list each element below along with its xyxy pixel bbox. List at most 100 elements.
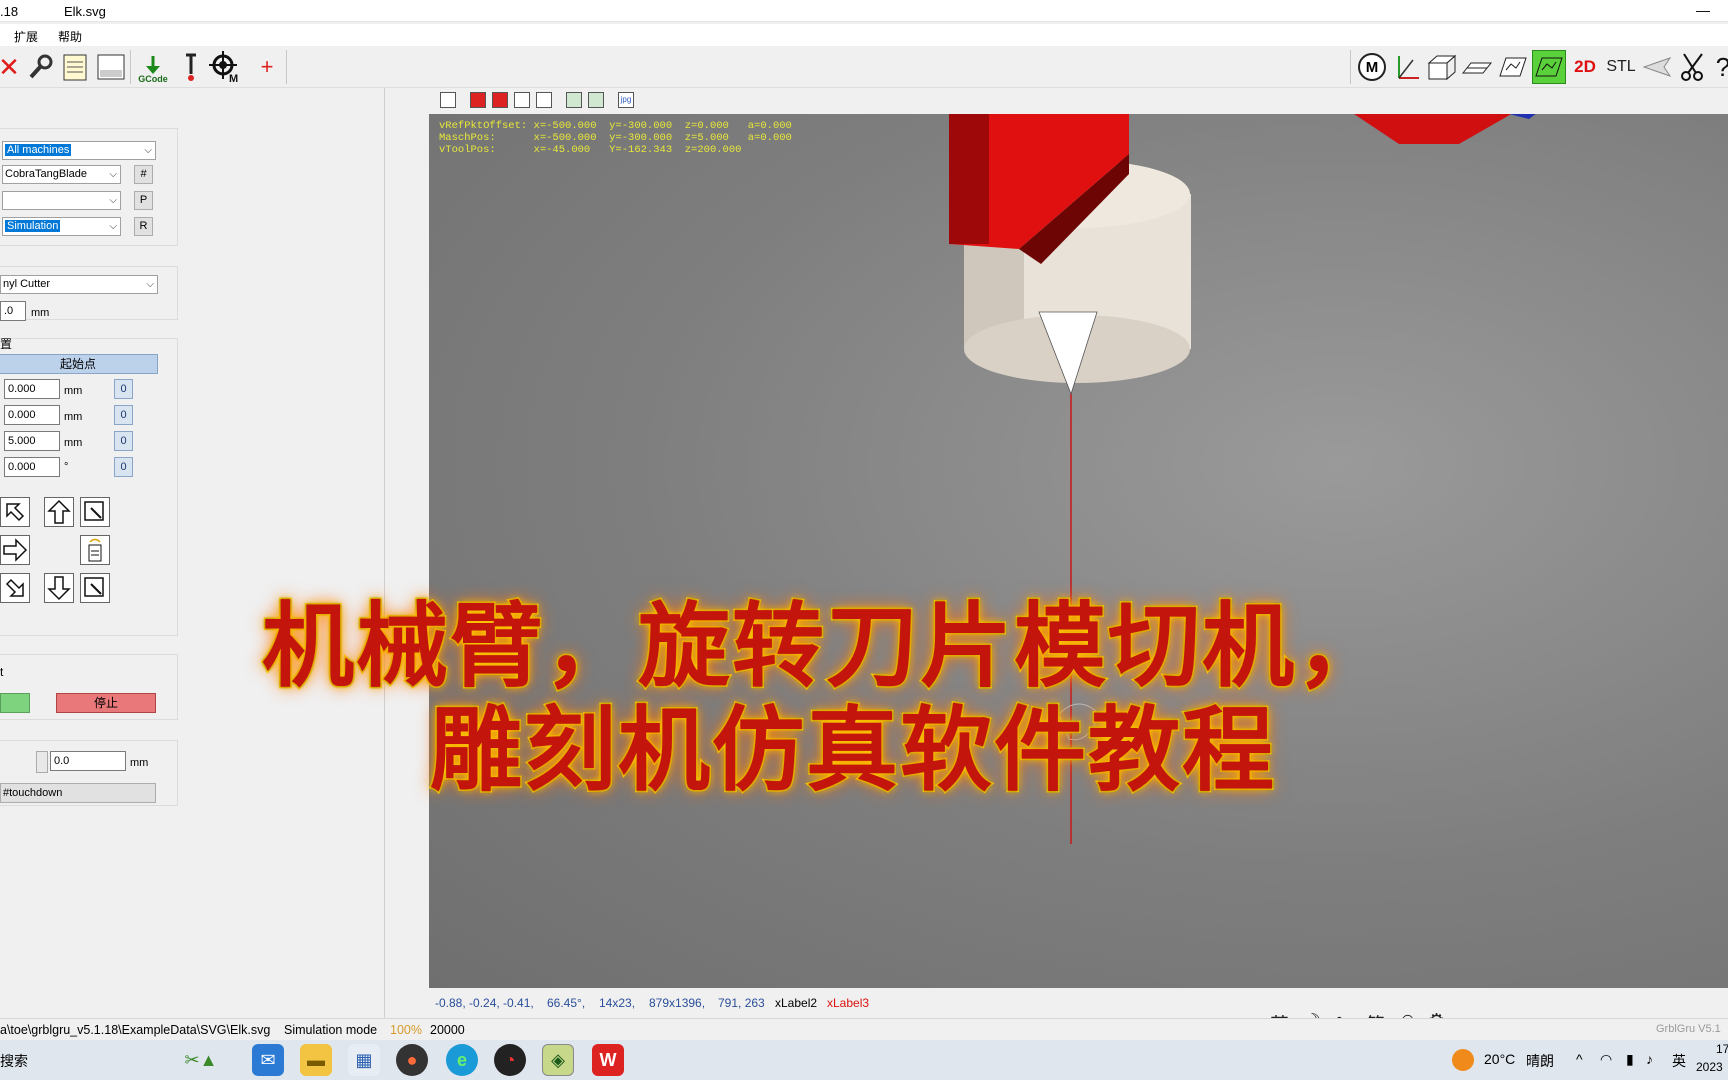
a-position-input[interactable]: 0.000 — [4, 457, 60, 477]
view-2d-button[interactable]: 2D — [1568, 50, 1602, 84]
weather-temp[interactable]: 20°C — [1484, 1051, 1515, 1067]
jog-z-up-button[interactable] — [80, 497, 110, 527]
stop-button[interactable]: 停止 — [56, 693, 156, 713]
plane-view-icon[interactable] — [1460, 50, 1494, 84]
scissors-icon[interactable] — [1676, 50, 1710, 84]
save-panel-icon[interactable] — [94, 50, 128, 84]
p-button[interactable]: P — [134, 191, 153, 210]
view-left-icon[interactable] — [514, 92, 530, 108]
z-unit: mm — [64, 437, 83, 449]
jog-up-left-button[interactable] — [0, 497, 30, 527]
x-zero-button[interactable]: 0 — [114, 379, 133, 399]
touch-unit: mm — [130, 757, 149, 769]
scissors-tree-icon[interactable]: ✂▲ — [166, 1044, 236, 1076]
wifi-icon[interactable]: ◠ — [1600, 1051, 1612, 1068]
ref-offset-line: vRefPktOffset: x=-500.000 y=-300.000 z=0… — [439, 120, 792, 132]
crosshair-icon[interactable]: + — [250, 50, 284, 84]
start-point-button[interactable]: 起始点 — [0, 354, 158, 374]
a-zero-button[interactable]: 0 — [114, 457, 133, 477]
machine-type-combo[interactable]: CobraTangBlade ⌵ — [2, 165, 121, 184]
y-unit: mm — [64, 411, 83, 423]
menu-help[interactable]: 帮助 — [58, 28, 82, 45]
wps-icon[interactable]: W — [592, 1044, 624, 1076]
grblgru-app-icon[interactable]: ◈ — [542, 1044, 574, 1076]
notepad-icon[interactable] — [58, 50, 92, 84]
z-position-input[interactable]: 5.000 — [4, 431, 60, 451]
x-position-input[interactable]: 0.000 — [4, 379, 60, 399]
jog-right-button[interactable] — [0, 535, 30, 565]
view-bottom-icon[interactable] — [588, 92, 604, 108]
export-jpg-button[interactable]: jpg — [618, 92, 634, 108]
y-zero-button[interactable]: 0 — [114, 405, 133, 425]
calculator-button[interactable] — [80, 535, 110, 565]
jog-up-button[interactable] — [44, 497, 74, 527]
gcode-label: GCode — [138, 74, 168, 84]
media-icon[interactable]: ● — [396, 1044, 428, 1076]
start-button[interactable] — [0, 693, 30, 713]
arrow-up-icon — [47, 499, 71, 524]
sim-mode-text: Simulation mode — [284, 1023, 378, 1037]
cube-view-icon[interactable] — [1424, 50, 1458, 84]
view-top-icon[interactable] — [566, 92, 582, 108]
home-target-icon[interactable]: M — [208, 50, 242, 84]
wrench-icon[interactable] — [24, 50, 58, 84]
probe-icon[interactable] — [174, 50, 208, 84]
close-x-icon[interactable]: ✕ — [0, 50, 26, 84]
weather-sun-icon[interactable] — [1452, 1049, 1474, 1071]
chevron-up-icon[interactable]: ^ — [1576, 1051, 1583, 1067]
touch-value-input[interactable]: 0.0 — [50, 751, 126, 771]
touchdown-button[interactable]: #touchdown — [0, 783, 156, 803]
jog-down-button[interactable] — [44, 573, 74, 603]
minimize-button[interactable]: — — [1696, 2, 1710, 18]
view-front-icon[interactable] — [470, 92, 486, 108]
tool-pos-line: vToolPos: x=-45.000 Y=-162.343 z=200.000 — [439, 144, 742, 156]
empty-combo[interactable]: ⌵ — [2, 191, 121, 210]
simulation-viewport[interactable]: vRefPktOffset: x=-500.000 y=-300.000 z=0… — [429, 114, 1728, 988]
active-view-icon[interactable] — [1532, 50, 1566, 84]
view-back-icon[interactable] — [492, 92, 508, 108]
all-machines-combo[interactable]: All machines ⌵ — [2, 141, 156, 160]
jog-z-down-button[interactable] — [80, 573, 110, 603]
y-position-input[interactable]: 0.000 — [4, 405, 60, 425]
weather-desc[interactable]: 晴朗 — [1526, 1051, 1554, 1071]
tool-value-input[interactable]: .0 — [0, 301, 26, 321]
view-right-icon[interactable] — [536, 92, 552, 108]
z-zero-button[interactable]: 0 — [114, 431, 133, 451]
title-bar: .18 Elk.svg — — [0, 0, 1728, 22]
view-stl-button[interactable]: STL — [1604, 50, 1638, 84]
view-home-icon[interactable] — [440, 92, 456, 108]
folder-icon[interactable]: ▬ — [300, 1044, 332, 1076]
menu-extensions[interactable]: 扩展 — [14, 28, 38, 45]
speed-icon[interactable]: ◔ — [494, 1044, 526, 1076]
clock-time[interactable]: 17 — [1716, 1042, 1728, 1056]
touch-stepper[interactable] — [36, 751, 48, 773]
gcode-icon[interactable]: GCode — [136, 50, 170, 84]
grid-view-icon[interactable] — [1496, 50, 1530, 84]
help-icon[interactable]: ? — [1706, 50, 1728, 84]
search-label[interactable]: 搜索 — [0, 1051, 28, 1071]
volume-icon[interactable]: ♪ — [1646, 1051, 1653, 1067]
clock-date[interactable]: 2023 — [1696, 1060, 1723, 1074]
position-group: 置 起始点 0.000 mm 0 0.000 mm 0 5.000 mm 0 0… — [0, 337, 178, 636]
x-label-3: xLabel3 — [827, 996, 870, 1010]
chevron-down-icon: ⌵ — [146, 279, 154, 290]
mode-combo[interactable]: Simulation ⌵ — [2, 217, 121, 236]
machine-m-button[interactable]: M — [1355, 50, 1389, 84]
edge-icon[interactable]: e — [446, 1044, 478, 1076]
arrow-diagonal-icon — [6, 503, 25, 522]
hash-button[interactable]: # — [134, 165, 153, 184]
position-section-label: 置 — [0, 337, 13, 351]
mail-icon[interactable]: ✉ — [252, 1044, 284, 1076]
store-icon[interactable]: ▦ — [348, 1044, 380, 1076]
r-button[interactable]: R — [134, 217, 153, 236]
mic-icon[interactable]: ▮ — [1626, 1051, 1634, 1068]
tool-combo[interactable]: nyl Cutter ⌵ — [0, 275, 158, 294]
tool-unit: mm — [31, 307, 50, 319]
axes-icon[interactable] — [1390, 50, 1424, 84]
jog-down-left-button[interactable] — [0, 573, 30, 603]
app-version: .18 — [0, 4, 19, 19]
file-path: a\toe\grblgru_v5.1.18\ExampleData\SVG\El… — [0, 1023, 271, 1037]
arrow-left-icon[interactable] — [1640, 50, 1674, 84]
taskbar-lang[interactable]: 英 — [1672, 1051, 1686, 1071]
a-unit: ° — [64, 461, 69, 473]
